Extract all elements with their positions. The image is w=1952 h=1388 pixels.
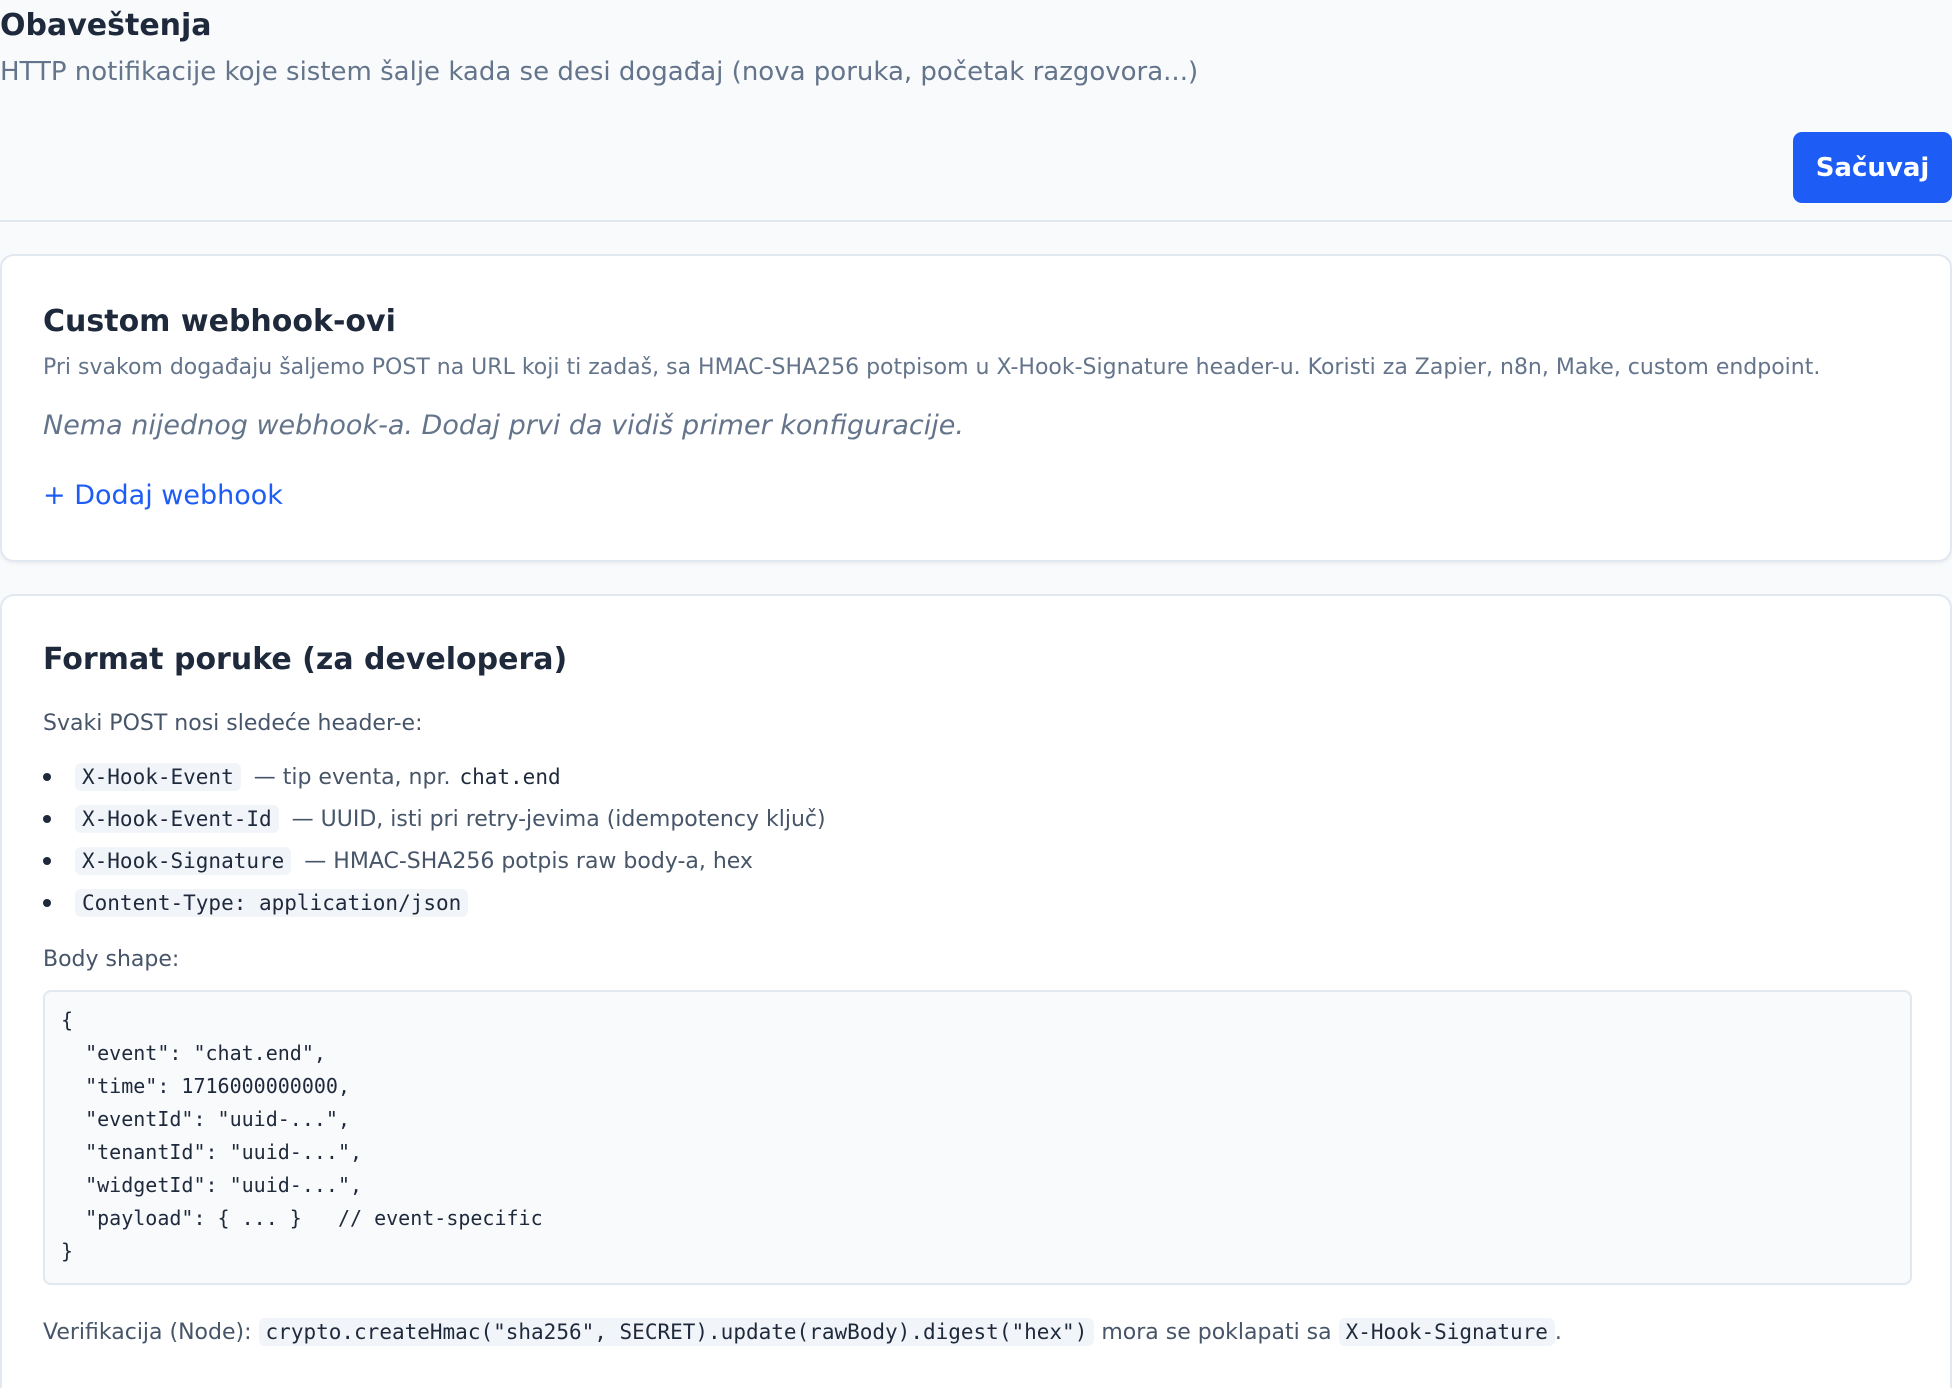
example-code: chat.end	[459, 765, 561, 789]
header-code: Content-Type: application/json	[75, 889, 469, 917]
verify-prefix: Verifikacija (Node):	[43, 1320, 252, 1345]
verify-header-code: X-Hook-Signature	[1338, 1318, 1555, 1346]
header-description: — tip eventa, npr.	[253, 765, 451, 790]
body-code-block: { "event": "chat.end", "time": 171600000…	[43, 990, 1912, 1285]
message-format-card: Format poruke (za developera) Svaki POST…	[0, 594, 1952, 1388]
list-item: Content-Type: application/json	[43, 882, 1043, 924]
webhooks-description: Pri svakom događaju šaljemo POST na URL …	[43, 355, 1821, 380]
verify-middle: mora se poklapati sa	[1101, 1320, 1332, 1345]
bullet-icon	[43, 815, 51, 823]
headers-intro: Svaki POST nosi sledeće header-e:	[43, 711, 423, 736]
list-item: X-Hook-Signature — HMAC-SHA256 potpis ra…	[43, 840, 1043, 882]
verification-note: Verifikacija (Node): crypto.createHmac("…	[43, 1314, 1562, 1351]
page-subtitle: HTTP notifikacije koje sistem šalje kada…	[0, 57, 1199, 87]
header-description: — HMAC-SHA256 potpis raw body-a, hex	[304, 849, 753, 874]
page-title: Obaveštenja	[0, 8, 212, 43]
list-item: X-Hook-Event-Id — UUID, isti pri retry-j…	[43, 798, 1043, 840]
header-code: X-Hook-Signature	[75, 847, 292, 875]
custom-webhooks-card: Custom webhook-ovi Pri svakom događaju š…	[0, 254, 1952, 562]
bullet-icon	[43, 773, 51, 781]
add-webhook-link[interactable]: + Dodaj webhook	[43, 476, 283, 516]
body-shape-label: Body shape:	[43, 947, 180, 972]
format-title: Format poruke (za developera)	[43, 642, 568, 677]
verify-code: crypto.createHmac("sha256", SECRET).upda…	[258, 1318, 1095, 1346]
save-button[interactable]: Sačuvaj	[1793, 132, 1952, 203]
webhooks-title: Custom webhook-ovi	[43, 304, 396, 339]
bullet-icon	[43, 899, 51, 907]
verify-suffix: .	[1554, 1320, 1562, 1345]
header-code: X-Hook-Event	[75, 763, 241, 791]
headers-list: X-Hook-Event — tip eventa, npr. chat.end…	[43, 756, 1043, 924]
header-code: X-Hook-Event-Id	[75, 805, 279, 833]
empty-webhooks-note: Nema nijednog webhook-a. Dodaj prvi da v…	[43, 410, 964, 441]
header-description: — UUID, isti pri retry-jevima (idempoten…	[291, 807, 826, 832]
notifications-page: Obaveštenja HTTP notifikacije koje siste…	[0, 0, 1952, 1388]
list-item: X-Hook-Event — tip eventa, npr. chat.end	[43, 756, 1043, 798]
bullet-icon	[43, 857, 51, 865]
page-header: Obaveštenja HTTP notifikacije koje siste…	[0, 0, 1952, 222]
